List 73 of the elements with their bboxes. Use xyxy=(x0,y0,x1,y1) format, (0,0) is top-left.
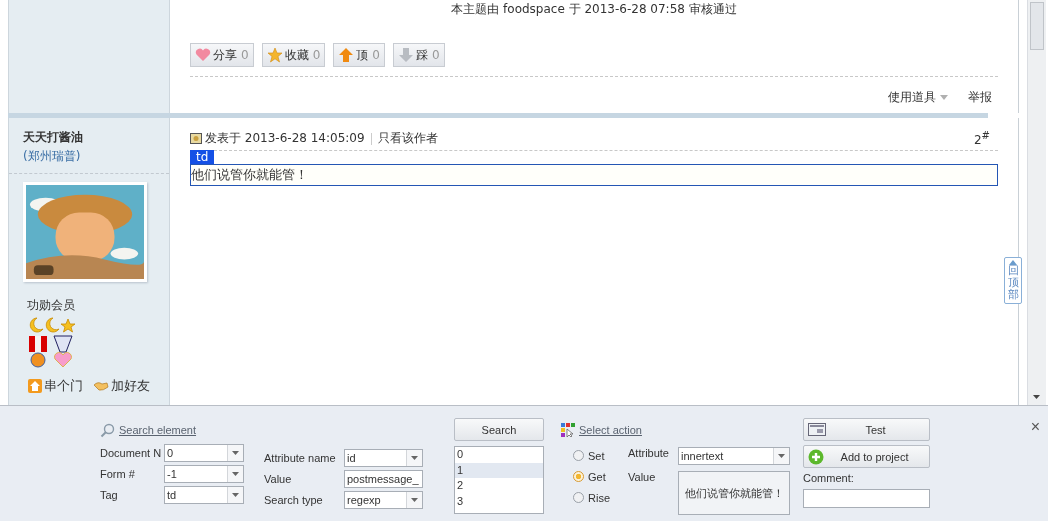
caret-icon xyxy=(232,472,239,476)
caret-icon xyxy=(778,454,785,458)
arrow-up-icon xyxy=(338,47,355,63)
post-action-button[interactable]: 收藏 0 xyxy=(261,43,326,67)
post-action-button[interactable]: 顶 0 xyxy=(333,43,385,67)
dropdown-field[interactable]: td xyxy=(164,486,244,504)
comment-field[interactable] xyxy=(803,489,930,508)
post-action-button[interactable]: 踩 0 xyxy=(392,43,445,67)
author-group: (郑州瑞普) xyxy=(9,148,169,165)
report-link[interactable]: 举报 xyxy=(968,89,992,106)
caret-icon xyxy=(411,498,418,502)
caret-icon xyxy=(232,493,239,497)
caret-up-icon xyxy=(1009,260,1017,265)
mode-radio[interactable]: Set xyxy=(573,447,612,464)
result-item[interactable]: 2 xyxy=(455,478,543,494)
dropdown-field[interactable]: 0 xyxy=(164,444,244,462)
result-item[interactable]: 0 xyxy=(455,447,543,463)
caret-icon xyxy=(940,95,948,100)
window-icon xyxy=(808,423,826,436)
dropdown-field[interactable]: -1 xyxy=(164,465,244,483)
member-rank: 功勋会员 xyxy=(26,297,76,314)
back-to-top-button[interactable]: 回顶部 xyxy=(1004,257,1022,305)
arrow-down-icon xyxy=(397,47,414,63)
author-name[interactable]: 天天打酱油 xyxy=(9,129,169,146)
plus-icon xyxy=(808,448,824,465)
post-time: 发表于 2013-6-28 14:05:09 xyxy=(190,130,365,147)
add-to-project-button[interactable]: Add to project xyxy=(803,445,930,468)
value-box: 他们说管你就能管！ xyxy=(678,471,790,515)
grid-cursor-icon xyxy=(561,423,575,437)
moderation-note: 本主题由 foodspace 于 2013-6-28 07:58 审核通过 xyxy=(450,1,738,18)
use-tools-menu[interactable]: 使用道具 xyxy=(888,89,948,106)
caret-icon xyxy=(411,456,418,460)
select-action-link[interactable]: Select action xyxy=(561,421,790,439)
test-button[interactable]: Test xyxy=(803,418,930,441)
close-button[interactable]: × xyxy=(1030,418,1040,436)
mode-radio[interactable]: Rise xyxy=(573,489,612,506)
rank-stars-icon xyxy=(28,317,76,333)
input-field[interactable]: postmessage_ xyxy=(344,470,423,488)
element-tag-label: td xyxy=(190,150,215,164)
user-link[interactable]: 加好友 xyxy=(93,377,150,395)
floor-number: 2$^{#}$ xyxy=(973,130,990,147)
search-button[interactable]: Search xyxy=(454,418,544,441)
result-item[interactable]: 3 xyxy=(455,493,543,509)
envelope-icon xyxy=(190,133,202,144)
heart-icon xyxy=(195,48,211,62)
field-label: Attribute name xyxy=(264,452,337,464)
field-label: Attribute xyxy=(628,447,670,459)
mode-radio[interactable]: Get xyxy=(573,468,612,485)
house-icon xyxy=(28,379,42,393)
post-action-button[interactable]: 分享 0 xyxy=(190,43,254,67)
field-label: Search type xyxy=(264,494,324,506)
result-item[interactable]: 1 xyxy=(455,462,543,478)
search-element-link[interactable]: Search element xyxy=(100,421,244,439)
comment-label: Comment: xyxy=(803,472,855,484)
dropdown-field[interactable]: regexp xyxy=(344,491,423,509)
field-label: Value xyxy=(628,471,657,483)
scrollbar-thumb[interactable] xyxy=(1030,2,1044,50)
search-icon xyxy=(100,422,115,438)
dropdown-field[interactable]: innertext xyxy=(678,447,790,465)
field-label: Tag xyxy=(100,489,119,501)
star-icon xyxy=(266,47,283,63)
field-label: Form # xyxy=(100,468,136,480)
heart-medal-icon xyxy=(52,335,74,369)
medal-icon xyxy=(28,335,48,369)
user-link[interactable]: 串个门 xyxy=(28,377,83,395)
field-label: Document N xyxy=(100,447,162,459)
author-only-link[interactable]: 只看该作者 xyxy=(377,130,438,147)
scrollbar[interactable] xyxy=(1027,0,1046,405)
post-message: 他们说管你就能管！ xyxy=(190,164,998,186)
caret-icon xyxy=(232,451,239,455)
scroll-down-icon[interactable] xyxy=(1033,395,1040,399)
field-label: Value xyxy=(264,473,293,485)
dropdown-field[interactable]: id xyxy=(344,449,423,467)
